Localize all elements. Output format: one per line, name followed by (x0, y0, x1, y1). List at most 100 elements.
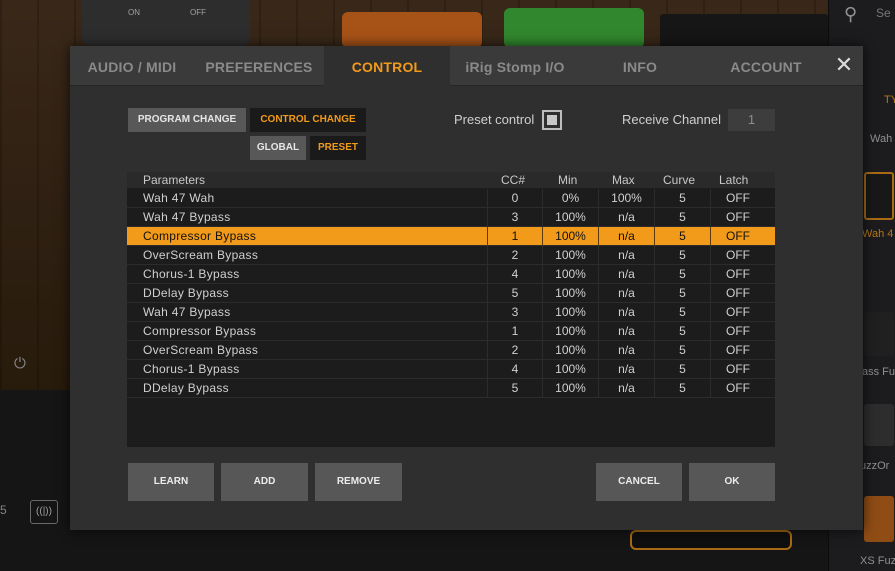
curve-cell: 5 (654, 284, 710, 303)
cc-number-cell: 2 (487, 341, 542, 360)
table-row[interactable]: Wah 47 Wah 0 0% 100% 5 OFF (127, 189, 775, 208)
param-name-cell: Chorus-1 Bypass (143, 267, 240, 281)
latch-cell: OFF (710, 227, 765, 246)
latch-cell: OFF (710, 303, 765, 322)
max-value-cell: n/a (598, 265, 654, 284)
preset-control-label: Preset control (454, 112, 535, 127)
header-latch: Latch (719, 173, 749, 187)
tab-control[interactable]: CONTROL (324, 46, 450, 87)
curve-cell: 5 (654, 246, 710, 265)
param-name-cell: DDelay Bypass (143, 286, 229, 300)
latch-cell: OFF (710, 322, 765, 341)
cc-number-cell: 1 (487, 227, 542, 246)
settings-tab-bar: AUDIO / MIDI PREFERENCES CONTROL iRig St… (70, 46, 863, 87)
program-change-button[interactable]: PROGRAM CHANGE (128, 108, 246, 132)
cc-number-cell: 0 (487, 189, 542, 208)
max-value-cell: n/a (598, 341, 654, 360)
max-value-cell: n/a (598, 227, 654, 246)
curve-cell: 5 (654, 189, 710, 208)
max-value-cell: 100% (598, 189, 654, 208)
min-value-cell: 0% (542, 189, 598, 208)
min-value-cell: 100% (542, 322, 598, 341)
min-value-cell: 100% (542, 265, 598, 284)
latch-cell: OFF (710, 360, 765, 379)
max-value-cell: n/a (598, 360, 654, 379)
cc-number-cell: 3 (487, 208, 542, 227)
latch-cell: OFF (710, 284, 765, 303)
min-value-cell: 100% (542, 208, 598, 227)
tab-preferences[interactable]: PREFERENCES (194, 46, 324, 86)
param-name-cell: Wah 47 Wah (143, 191, 215, 205)
header-max: Max (612, 173, 635, 187)
table-row[interactable]: Compressor Bypass 1 100% n/a 5 OFF (127, 322, 775, 341)
max-value-cell: n/a (598, 379, 654, 398)
table-row[interactable]: OverScream Bypass 2 100% n/a 5 OFF (127, 246, 775, 265)
header-curve: Curve (663, 173, 696, 187)
curve-cell: 5 (654, 360, 710, 379)
min-value-cell: 100% (542, 284, 598, 303)
max-value-cell: n/a (598, 322, 654, 341)
table-row[interactable]: Wah 47 Bypass 3 100% n/a 5 OFF (127, 303, 775, 322)
receive-channel-field[interactable]: 1 (728, 109, 775, 131)
curve-cell: 5 (654, 227, 710, 246)
min-value-cell: 100% (542, 227, 598, 246)
tab-irig-stomp-io[interactable]: iRig Stomp I/O (450, 46, 580, 86)
table-row[interactable]: OverScream Bypass 2 100% n/a 5 OFF (127, 341, 775, 360)
param-name-cell: Compressor Bypass (143, 229, 257, 243)
preset-control-checkbox[interactable] (542, 110, 562, 130)
close-icon[interactable]: ✕ (833, 54, 855, 76)
ok-button[interactable]: OK (689, 463, 775, 501)
tab-info[interactable]: INFO (580, 46, 700, 86)
table-row[interactable]: DDelay Bypass 5 100% n/a 5 OFF (127, 284, 775, 303)
param-name-cell: Wah 47 Bypass (143, 210, 231, 224)
curve-cell: 5 (654, 265, 710, 284)
curve-cell: 5 (654, 303, 710, 322)
header-min: Min (558, 173, 578, 187)
preset-button[interactable]: PRESET (310, 136, 366, 160)
cc-number-cell: 5 (487, 284, 542, 303)
latch-cell: OFF (710, 341, 765, 360)
curve-cell: 5 (654, 208, 710, 227)
latch-cell: OFF (710, 379, 765, 398)
add-button[interactable]: ADD (221, 463, 308, 501)
min-value-cell: 100% (542, 246, 598, 265)
header-cc: CC# (501, 173, 526, 187)
cc-number-cell: 4 (487, 265, 542, 284)
table-row[interactable]: DDelay Bypass 5 100% n/a 5 OFF (127, 379, 775, 398)
global-button[interactable]: GLOBAL (250, 136, 306, 160)
settings-dialog: AUDIO / MIDI PREFERENCES CONTROL iRig St… (70, 46, 863, 530)
min-value-cell: 100% (542, 360, 598, 379)
max-value-cell: n/a (598, 208, 654, 227)
table-row[interactable]: Compressor Bypass 1 100% n/a 5 OFF (127, 227, 775, 246)
cc-number-cell: 1 (487, 322, 542, 341)
table-row[interactable]: Chorus-1 Bypass 4 100% n/a 5 OFF (127, 265, 775, 284)
table-row[interactable]: Wah 47 Bypass 3 100% n/a 5 OFF (127, 208, 775, 227)
cc-number-cell: 4 (487, 360, 542, 379)
table-header: Parameters CC# Min Max Curve Latch (127, 172, 775, 188)
param-name-cell: OverScream Bypass (143, 248, 259, 262)
cancel-button[interactable]: CANCEL (596, 463, 682, 501)
min-value-cell: 100% (542, 341, 598, 360)
control-change-button[interactable]: CONTROL CHANGE (250, 108, 366, 132)
latch-cell: OFF (710, 189, 765, 208)
param-name-cell: DDelay Bypass (143, 381, 229, 395)
table-row[interactable]: Chorus-1 Bypass 4 100% n/a 5 OFF (127, 360, 775, 379)
checkbox-checked-indicator (547, 115, 557, 125)
max-value-cell: n/a (598, 246, 654, 265)
latch-cell: OFF (710, 208, 765, 227)
tab-account[interactable]: ACCOUNT (700, 46, 832, 86)
learn-button[interactable]: LEARN (128, 463, 214, 501)
tab-audio-midi[interactable]: AUDIO / MIDI (70, 46, 194, 86)
cc-mapping-table: Parameters CC# Min Max Curve Latch Wah 4… (127, 172, 775, 447)
curve-cell: 5 (654, 341, 710, 360)
min-value-cell: 100% (542, 303, 598, 322)
remove-button[interactable]: REMOVE (315, 463, 402, 501)
curve-cell: 5 (654, 322, 710, 341)
cc-number-cell: 2 (487, 246, 542, 265)
receive-channel-label: Receive Channel (622, 112, 722, 127)
param-name-cell: Chorus-1 Bypass (143, 362, 240, 376)
cc-number-cell: 3 (487, 303, 542, 322)
param-name-cell: OverScream Bypass (143, 343, 259, 357)
latch-cell: OFF (710, 265, 765, 284)
cc-number-cell: 5 (487, 379, 542, 398)
